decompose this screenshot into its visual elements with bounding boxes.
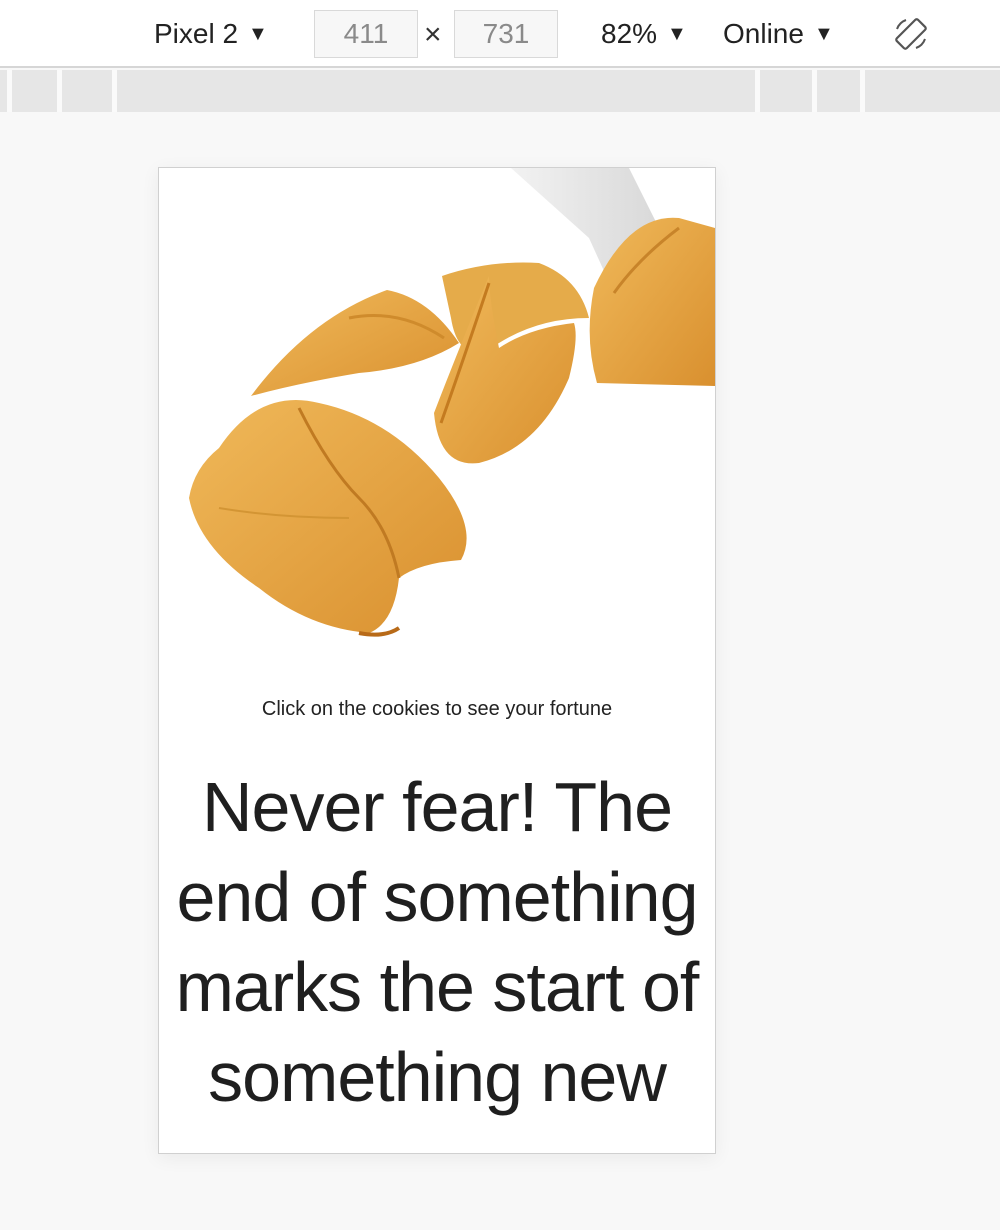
rotate-device-icon[interactable] xyxy=(892,15,930,53)
device-toolbar: Pixel 2 ▼ × 82% ▼ Online ▼ xyxy=(0,0,1000,68)
network-throttle-select[interactable]: Online ▼ xyxy=(723,0,834,68)
zoom-label: 82% xyxy=(601,18,658,49)
dimension-separator: × xyxy=(424,18,442,51)
device-viewport: Click on the cookies to see your fortune… xyxy=(158,167,716,1154)
zoom-select[interactable]: 82% ▼ xyxy=(601,0,687,68)
width-input[interactable] xyxy=(314,10,418,58)
media-query-marker[interactable] xyxy=(755,70,760,112)
media-query-bar[interactable] xyxy=(0,70,1000,112)
chevron-down-icon: ▼ xyxy=(248,22,268,45)
height-input[interactable] xyxy=(454,10,558,58)
device-select[interactable]: Pixel 2 ▼ xyxy=(154,0,268,68)
network-label: Online xyxy=(723,18,804,49)
fortune-text: Never fear! The end of something marks t… xyxy=(175,768,700,1116)
fortune-cookies-image[interactable] xyxy=(159,168,715,658)
device-label: Pixel 2 xyxy=(154,18,239,49)
media-query-marker[interactable] xyxy=(7,70,12,112)
chevron-down-icon: ▼ xyxy=(667,22,687,45)
instruction-text: Click on the cookies to see your fortune xyxy=(261,698,613,720)
chevron-down-icon: ▼ xyxy=(813,22,834,45)
media-query-marker[interactable] xyxy=(860,70,865,112)
media-query-marker[interactable] xyxy=(57,70,62,112)
media-query-marker[interactable] xyxy=(812,70,817,112)
media-query-marker[interactable] xyxy=(112,70,117,112)
